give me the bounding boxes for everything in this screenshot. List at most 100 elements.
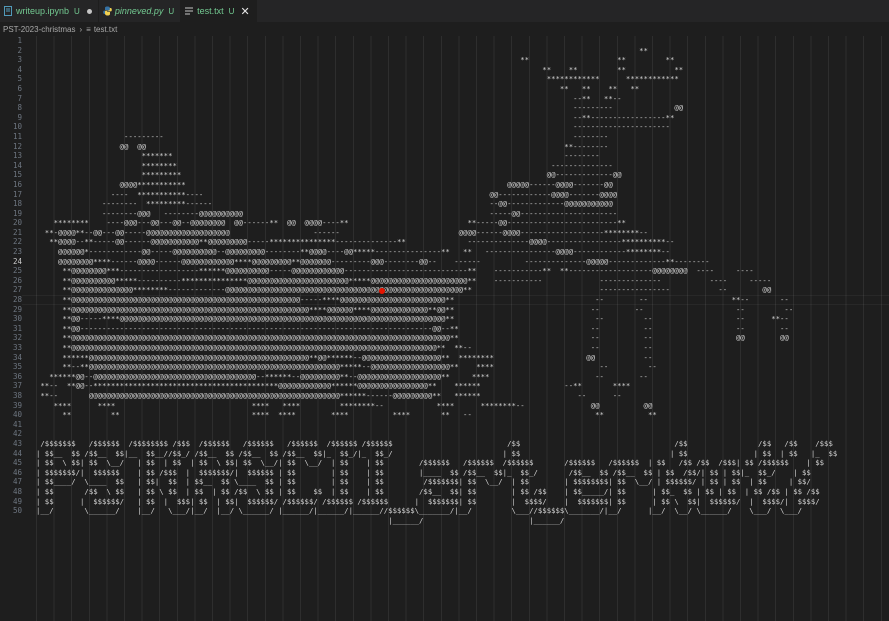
- code-content[interactable]: ** ** ** ** ** ** ** ** ************ ***…: [36, 36, 837, 535]
- code-line[interactable]: @@@@@@@@****------@@@@------@@@@@@@@@@@@…: [36, 257, 837, 267]
- line-number: 1: [17, 36, 22, 45]
- line-number: 10: [12, 122, 22, 132]
- git-untracked-badge: U: [168, 6, 175, 16]
- line-number-gutter: 1 2 3 4 5 6 7 8 9 10 11 12 13 14 15 16 17 18 19 20 21 22 23 24 2…: [0, 36, 22, 516]
- unsaved-dot-icon[interactable]: [86, 8, 92, 14]
- code-line[interactable]: [36, 429, 837, 439]
- code-line[interactable]: **@@-----****@@@@@@@@@@@@@@@@@@@@@@@@@@@…: [36, 314, 837, 324]
- tab-test-txt[interactable]: test.txt U ✕: [181, 0, 257, 22]
- git-untracked-badge: U: [74, 6, 80, 16]
- close-icon[interactable]: ✕: [240, 5, 249, 18]
- line-number: 21: [12, 227, 22, 237]
- code-line[interactable]: | $$ /$$ \ $$ | $$ \ $$ | $$ | $$ /$$ \ …: [36, 487, 837, 497]
- breadcrumb-file[interactable]: test.txt: [94, 25, 118, 34]
- line-number: 42: [12, 429, 22, 439]
- line-number: 20: [12, 218, 22, 228]
- code-line[interactable]: -------- *********------ --@@-----------…: [36, 199, 837, 209]
- line-number: 23: [12, 247, 22, 257]
- code-line[interactable]: | $$ \ $$| $$ \__/ | $$ | $$ | $$ \ $$| …: [36, 458, 837, 468]
- code-line[interactable]: --**-----------------**: [36, 113, 837, 123]
- code-line[interactable]: **-- **@@--*****************************…: [36, 381, 837, 391]
- code-line[interactable]: ** ** **** **** **** **** ** -- ** **: [36, 410, 837, 420]
- code-line[interactable]: **@@------------------------------------…: [36, 324, 837, 334]
- line-number: 30: [12, 314, 22, 324]
- code-line[interactable]: [36, 525, 837, 535]
- code-line[interactable]: **-- @@@@@@@@@@@@@@@@@@@@@@@@@@@@@@@@@@@…: [36, 391, 837, 401]
- line-number: 25: [12, 266, 22, 276]
- line-number: 15: [12, 170, 22, 180]
- code-line[interactable]: ----------------------: [36, 122, 837, 132]
- line-number: 45: [12, 458, 22, 468]
- line-number: 7: [17, 93, 22, 103]
- code-line[interactable]: **@@@@@@@@@@@@@@@@@@@@@@@@@@@@@@@@@@@@@@…: [36, 295, 837, 305]
- code-line[interactable]: ** ** **: [36, 55, 837, 65]
- text-file-icon: [185, 6, 194, 16]
- code-line[interactable]: **@@@@@@@@@@@@@@@@@@@@@@@@@@@@@@@@@@@@@@…: [36, 333, 837, 343]
- code-line[interactable]: |__/ \______/ |__/ \___/|__/ |__/ \_____…: [36, 506, 837, 516]
- code-line[interactable]: [36, 36, 837, 46]
- code-line[interactable]: ******* --------: [36, 151, 837, 161]
- code-line[interactable]: ** ** ** **: [36, 65, 837, 75]
- code-line[interactable]: **@@@@@@@@@@@@@@@@@@@@@@@@@@@@@@@@@@@@@@…: [36, 343, 837, 353]
- code-line[interactable]: | $$____/ \____ $$ | $$| $$ | $$__ $$ \_…: [36, 477, 837, 487]
- code-line[interactable]: **-@@@@**--@@---@@-----@@@@@@@@@@@@@@@@@…: [36, 228, 837, 238]
- code-line[interactable]: | $$$$$$$/| $$$$$$ | $$ /$$$ | $$$$$$$/|…: [36, 468, 837, 478]
- code-line[interactable]: **@@@@--**-----@@------@@@@@@@@@@@**@@@@…: [36, 237, 837, 247]
- line-number: 38: [12, 390, 22, 400]
- tab-writeup[interactable]: writeup.ipynb U: [0, 0, 99, 22]
- tab-pinneved[interactable]: pinneved.py U: [99, 0, 182, 22]
- code-line[interactable]: @@ @@ **--------: [36, 142, 837, 152]
- line-number: 3: [17, 55, 22, 65]
- line-number: 36: [12, 371, 22, 381]
- code-line[interactable]: @@@@@@*------------@@-----@@@@@@@@@@--@@…: [36, 247, 837, 257]
- line-number: 17: [12, 189, 22, 199]
- tab-label: test.txt: [197, 6, 224, 16]
- code-line[interactable]: | $$ | $$$$$$/ | $$ | $$$| $$ | $$| $$$$…: [36, 497, 837, 507]
- code-line[interactable]: [36, 420, 837, 430]
- code-line[interactable]: ******@@@@@@@@@@@@@@@@@@@@@@@@@@@@@@@@@@…: [36, 353, 837, 363]
- line-number: 29: [12, 304, 22, 314]
- code-line[interactable]: **@@@@@@@@@@*****----------*************…: [36, 276, 837, 286]
- code-line[interactable]: ********* @@-------------@@: [36, 170, 837, 180]
- line-number: 14: [12, 160, 22, 170]
- code-line[interactable]: |______/ |______/: [36, 516, 837, 526]
- code-line[interactable]: ******** --------------: [36, 161, 837, 171]
- code-line[interactable]: ************ ************: [36, 74, 837, 84]
- line-number: 35: [12, 362, 22, 372]
- code-line[interactable]: **@@@@@@@@***------------------******@@@…: [36, 266, 837, 276]
- line-number: 2: [17, 45, 22, 55]
- code-line[interactable]: ******** ----@@@---@@---@@--@@@@@@@@ @@-…: [36, 218, 837, 228]
- code-line[interactable]: **** **** **** **** ********-- **** ****…: [36, 401, 837, 411]
- line-number: 13: [12, 151, 22, 161]
- line-number: 34: [12, 352, 22, 362]
- code-line[interactable]: --------- --------: [36, 132, 837, 142]
- line-number: 9: [17, 112, 22, 122]
- line-number: 50: [12, 506, 22, 516]
- code-line[interactable]: **@@@@@@@@@@@@@@********-------------@@@…: [36, 285, 837, 295]
- code-line[interactable]: **: [36, 46, 837, 56]
- line-number: 48: [12, 486, 22, 496]
- line-number: 39: [12, 400, 22, 410]
- breadcrumb-folder[interactable]: PST-2023-christmas: [3, 25, 75, 34]
- line-number: 43: [12, 438, 22, 448]
- line-number: 4: [17, 64, 22, 74]
- code-line[interactable]: --------- @@: [36, 103, 837, 113]
- code-line[interactable]: ---- ***********---- @@------------@@@@-…: [36, 190, 837, 200]
- tab-label: writeup.ipynb: [16, 6, 70, 16]
- line-number: 22: [12, 237, 22, 247]
- line-number: 28: [12, 295, 22, 305]
- code-line[interactable]: @@@@*********** @@@@@------@@@@-------@@: [36, 180, 837, 190]
- code-line[interactable]: ** ** ** **: [36, 84, 837, 94]
- code-line[interactable]: --** **--: [36, 94, 837, 104]
- code-line[interactable]: **@@@@@@@@@@@@@@@@@@@@@@@@@@@@@@@@@@@@@@…: [36, 305, 837, 315]
- code-line[interactable]: --------@@@ --------@@@@@@@@@@ -----@@--…: [36, 209, 837, 219]
- tab-bar: writeup.ipynb U pinneved.py U test.txt U…: [0, 0, 889, 22]
- line-number: 6: [17, 83, 22, 93]
- editor[interactable]: 1 2 3 4 5 6 7 8 9 10 11 12 13 14 15 16 17 18 19 20 21 22 23 24 2…: [0, 36, 889, 621]
- code-line[interactable]: ******@@--@@@@@@@@@@@@@@@@@@@@@@@@@@@@@@…: [36, 372, 837, 382]
- code-line[interactable]: **--**@@@@@@@@@@@@@@@@@@@@@@@@@@@@@@@@@@…: [36, 362, 837, 372]
- code-line[interactable]: /$$$$$$$ /$$$$$$ /$$$$$$$$ /$$$ /$$$$$$ …: [36, 439, 837, 449]
- line-number: 40: [12, 410, 22, 420]
- code-line[interactable]: | $$__ $$ /$$__ $$|__ $$__//$$_/ /$$__ $…: [36, 449, 837, 459]
- line-number: 5: [17, 74, 22, 84]
